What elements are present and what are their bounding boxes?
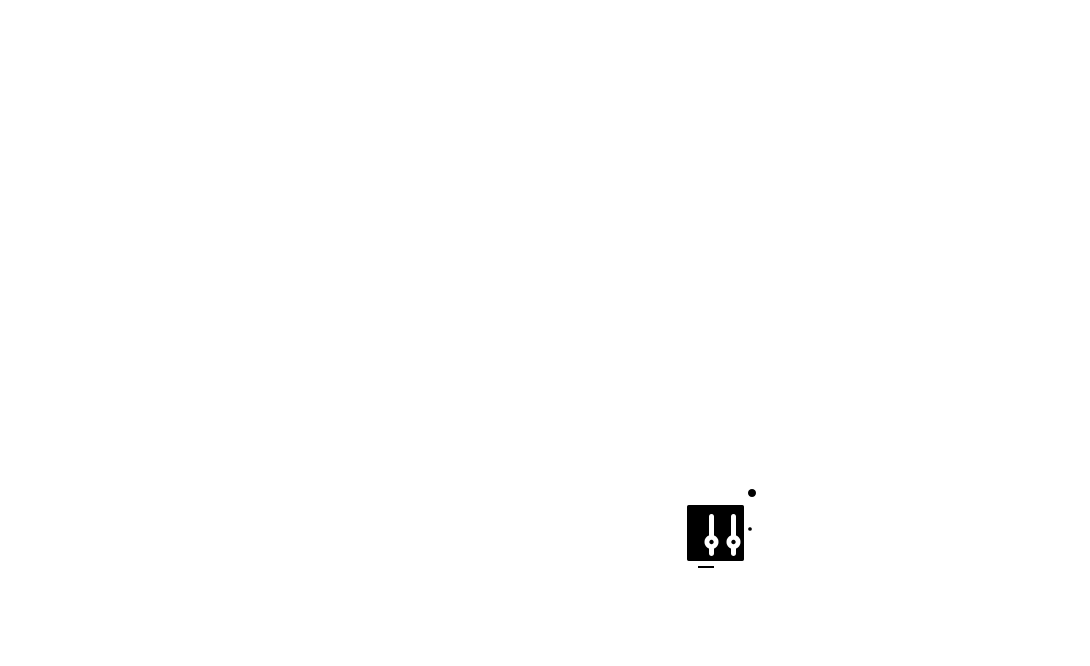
blank-canvas <box>0 0 1090 666</box>
icon-underline <box>698 566 714 568</box>
slider-knob-2-center <box>731 539 736 545</box>
equalizer-icon-group <box>680 482 776 578</box>
decor-dot-small <box>748 527 752 531</box>
decor-dot-large <box>748 489 756 497</box>
equalizer-sliders-icon <box>687 489 756 568</box>
slider-knob-1-center <box>709 539 714 545</box>
